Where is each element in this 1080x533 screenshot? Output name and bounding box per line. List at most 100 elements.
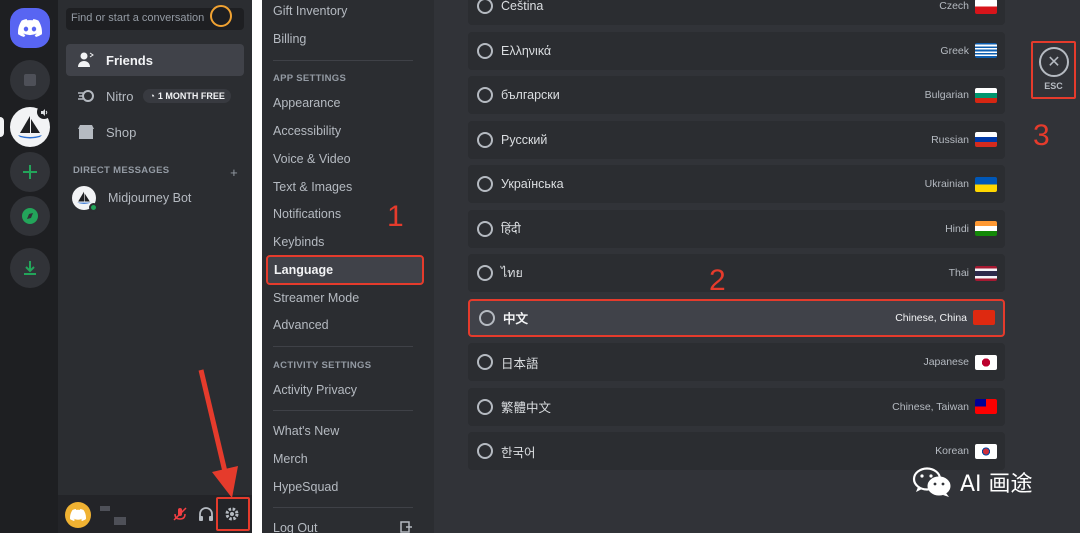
radio-button[interactable] <box>477 87 493 103</box>
radio-button[interactable] <box>477 42 493 59</box>
language-native-name: 日本語 <box>501 356 539 371</box>
language-native-name: Українська <box>501 177 564 191</box>
nav-activity-privacy[interactable]: Activity Privacy <box>273 383 357 397</box>
add-server-icon[interactable] <box>10 152 50 192</box>
nav-billing[interactable]: Billing <box>273 32 306 46</box>
flag-bg-icon <box>975 87 997 103</box>
language-option-chinese-taiwan[interactable]: 繁體中文 Chinese, Taiwan <box>468 387 1005 426</box>
language-option-bulgarian[interactable]: български Bulgarian <box>468 76 1005 114</box>
dm-name: Midjourney Bot <box>108 191 192 205</box>
language-option-korean[interactable]: 한국어 Korean <box>468 432 1005 470</box>
language-english-name: Russian <box>931 133 969 146</box>
panel-gap <box>252 0 262 533</box>
nav-keybinds[interactable]: Keybinds <box>273 235 324 249</box>
explore-icon[interactable] <box>10 196 50 236</box>
language-option-greek[interactable]: Ελληνικά Greek <box>468 31 1005 70</box>
dm-midjourney-bot[interactable]: Midjourney Bot <box>72 186 192 212</box>
shop-item[interactable]: Shop <box>66 116 244 148</box>
settings-sidebar: Gift Inventory Billing APP SETTINGS Appe… <box>262 0 434 533</box>
language-option-ukrainian[interactable]: Українська Ukrainian <box>468 165 1005 203</box>
avatar <box>72 186 98 212</box>
language-option-russian[interactable]: Русский Russian <box>468 120 1005 159</box>
language-english-name: Ukrainian <box>924 178 969 190</box>
radio-button[interactable] <box>477 443 493 459</box>
flag-in-icon <box>975 221 997 236</box>
friends-item[interactable]: Friends <box>66 44 244 76</box>
language-english-name: Chinese, China <box>895 311 967 324</box>
radio-button[interactable] <box>477 220 493 237</box>
redacted-username <box>98 504 128 526</box>
nav-merch[interactable]: Merch <box>273 452 308 466</box>
nitro-item[interactable]: Nitro ◔ 1 MONTH FREE <box>66 80 244 112</box>
language-english-name: Bulgarian <box>924 89 969 101</box>
radio-button[interactable] <box>477 131 493 148</box>
radio-button[interactable] <box>479 309 495 326</box>
add-dm-button[interactable]: + <box>230 165 238 180</box>
language-native-name: हिंदी <box>501 222 521 236</box>
radio-button[interactable] <box>477 398 493 415</box>
discord-home-icon[interactable] <box>10 8 50 48</box>
language-english-name: Korean <box>935 445 969 457</box>
radio-button[interactable] <box>477 0 493 14</box>
language-english-name: Greek <box>940 44 969 57</box>
language-native-name: 中文 <box>503 312 529 326</box>
server-rail <box>0 0 58 533</box>
nav-language-active[interactable]: Language <box>266 255 424 285</box>
nav-accessibility[interactable]: Accessibility <box>273 124 341 138</box>
language-option-hindi[interactable]: हिंदी Hindi <box>468 209 1005 248</box>
nav-advanced[interactable]: Advanced <box>273 318 329 332</box>
nitro-icon <box>76 86 96 106</box>
radio-button[interactable] <box>477 354 493 370</box>
status-ring-icon <box>210 5 232 27</box>
nav-text-images[interactable]: Text & Images <box>273 180 352 194</box>
flag-ru-icon <box>975 132 997 147</box>
nav-voice-video[interactable]: Voice & Video <box>273 152 351 166</box>
wechat-icon <box>912 467 951 497</box>
direct-messages-header: DIRECT MESSAGES + <box>73 165 238 180</box>
mute-microphone-icon[interactable] <box>170 504 190 524</box>
divider <box>273 60 413 61</box>
nav-gift-inventory[interactable]: Gift Inventory <box>273 4 347 18</box>
language-option-japanese[interactable]: 日本語 Japanese <box>468 343 1005 381</box>
nav-notifications[interactable]: Notifications <box>273 207 341 221</box>
nav-streamer-mode[interactable]: Streamer Mode <box>273 291 359 305</box>
nav-appearance[interactable]: Appearance <box>273 96 340 110</box>
divider <box>273 346 413 347</box>
step-2-annotation: 2 <box>709 264 726 297</box>
red-arrow-annotation <box>198 369 238 498</box>
flag-gr-icon <box>975 43 997 58</box>
clock-icon: ◔ <box>149 91 155 101</box>
gear-highlight-box <box>216 497 250 531</box>
nav-hypesquad[interactable]: HypeSquad <box>273 480 338 494</box>
user-avatar[interactable] <box>65 502 91 528</box>
language-option-czech[interactable]: Čeština Czech <box>468 0 1005 25</box>
close-settings-button[interactable]: ✕ ESC <box>1031 41 1076 99</box>
nav-log-out[interactable]: Log Out <box>273 521 317 533</box>
nav-whats-new[interactable]: What's New <box>273 424 339 438</box>
download-icon[interactable] <box>10 248 50 288</box>
language-option-thai[interactable]: ไทย Thai <box>468 254 1005 292</box>
flag-th-icon <box>975 265 997 281</box>
friends-label: Friends <box>106 52 153 68</box>
language-native-name: ไทย <box>501 266 523 280</box>
headphones-icon[interactable] <box>196 504 216 524</box>
divider <box>273 507 413 508</box>
language-option-chinese-china[interactable]: 中文 Chinese, China <box>468 298 1005 337</box>
server-icon[interactable] <box>10 60 50 100</box>
close-icon: ✕ <box>1039 47 1069 77</box>
speaker-icon <box>37 105 51 119</box>
language-native-name: Ελληνικά <box>501 43 552 58</box>
flag-kr-icon <box>975 443 997 459</box>
language-english-name: Chinese, Taiwan <box>892 400 969 413</box>
online-status-icon <box>89 203 98 212</box>
server-glyph-icon <box>24 74 36 86</box>
language-native-name: 繁體中文 <box>501 401 552 415</box>
flag-ua-icon <box>975 176 997 192</box>
nitro-badge-text: 1 MONTH FREE <box>157 91 225 101</box>
flag-tw-icon <box>975 399 997 414</box>
radio-button[interactable] <box>477 265 493 281</box>
language-native-name: български <box>501 88 560 102</box>
language-native-name: Русский <box>501 132 548 147</box>
radio-button[interactable] <box>477 176 493 192</box>
direct-messages-title: DIRECT MESSAGES <box>73 165 170 176</box>
